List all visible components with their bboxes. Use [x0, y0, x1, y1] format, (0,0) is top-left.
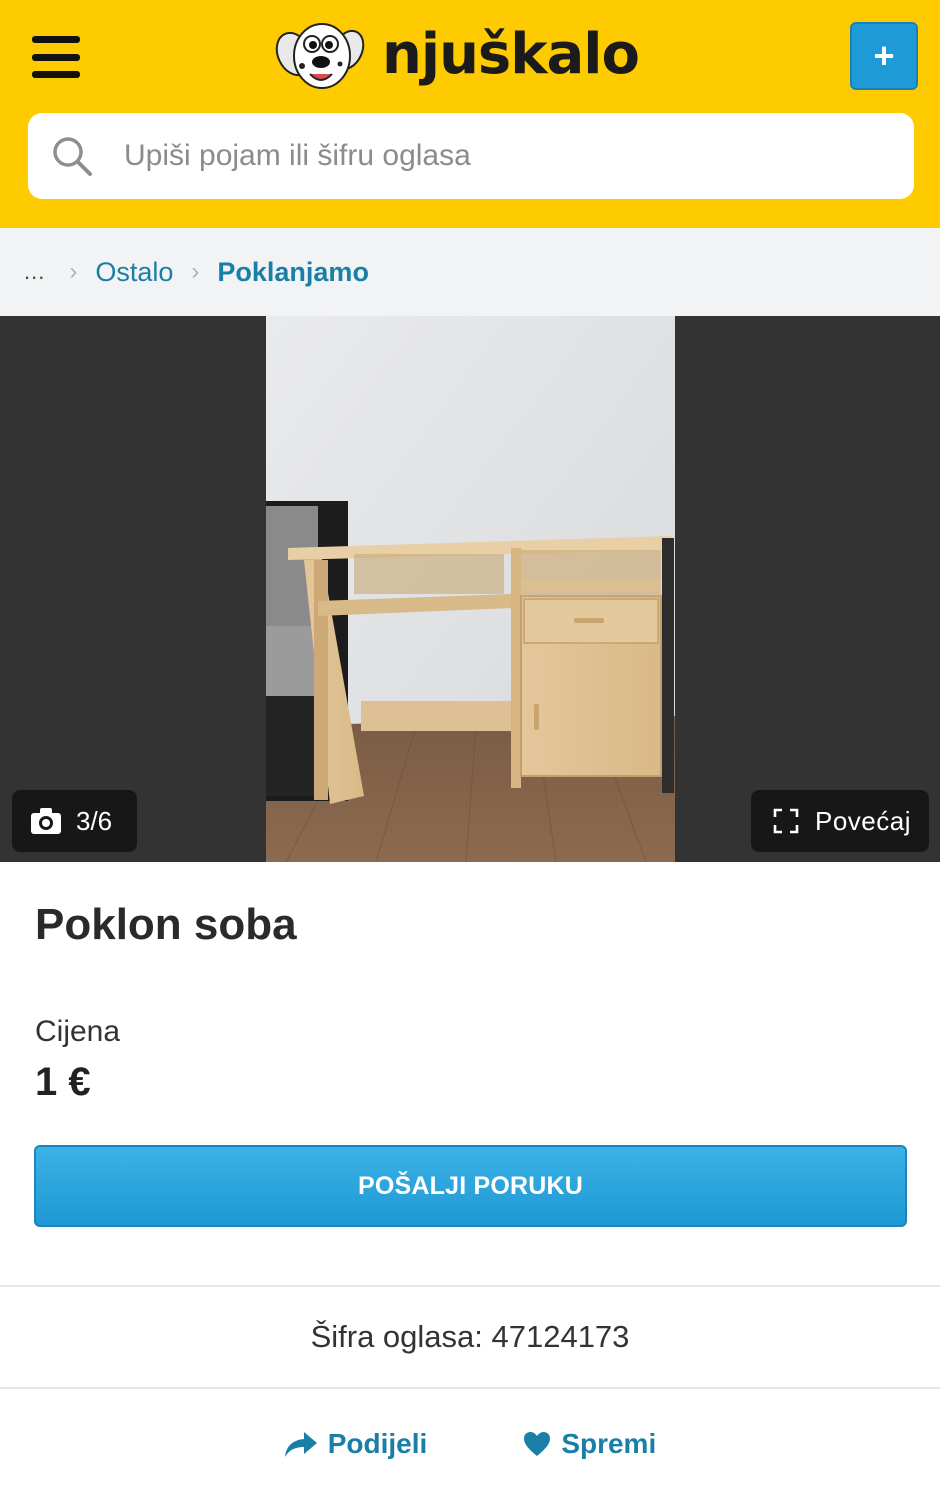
photo-counter: 3/6: [12, 790, 137, 852]
desk-photo: [266, 316, 675, 862]
heart-icon: [524, 1432, 551, 1456]
listing-photo[interactable]: [266, 316, 675, 862]
hamburger-line: [32, 53, 80, 61]
divider: [0, 1387, 940, 1389]
breadcrumb-ellipsis[interactable]: ...: [24, 259, 45, 285]
hamburger-line: [32, 36, 80, 43]
header: njuškalo +: [0, 0, 940, 228]
search-icon: [53, 137, 92, 176]
zoom-button[interactable]: Povećaj: [751, 790, 929, 852]
breadcrumb: ... › Ostalo › Poklanjamo: [0, 228, 940, 316]
breadcrumb-item-ostalo[interactable]: Ostalo: [95, 257, 173, 288]
price-value: 1 €: [35, 1060, 91, 1104]
chevron-right-icon: ›: [191, 258, 200, 285]
hamburger-line: [32, 71, 80, 78]
logo[interactable]: njuškalo: [272, 12, 662, 96]
price-label: Cijena: [35, 1015, 121, 1048]
share-button[interactable]: Podijeli: [284, 1428, 428, 1460]
post-ad-button[interactable]: +: [850, 22, 918, 90]
expand-icon: [773, 808, 799, 834]
logo-text: njuškalo: [382, 21, 640, 87]
image-gallery: 3/6 Povećaj: [0, 316, 940, 862]
send-message-button[interactable]: POŠALJI PORUKU: [34, 1145, 907, 1227]
camera-icon: [31, 808, 61, 834]
listing-title: Poklon soba: [35, 900, 297, 949]
dog-mascot-icon: [275, 23, 365, 89]
chevron-right-icon: ›: [69, 258, 78, 285]
share-label: Podijeli: [327, 1428, 428, 1459]
share-icon: [284, 1432, 317, 1457]
ad-code: Šifra oglasa: 47124173: [310, 1319, 630, 1354]
breadcrumb-item-poklanjamo[interactable]: Poklanjamo: [217, 257, 369, 288]
zoom-button-label: Povećaj: [815, 805, 911, 836]
save-label: Spremi: [561, 1428, 657, 1459]
menu-button[interactable]: [32, 36, 80, 78]
save-button[interactable]: Spremi: [523, 1428, 656, 1460]
search-bar[interactable]: [28, 113, 914, 199]
photo-counter-text: 3/6: [76, 805, 113, 836]
search-input[interactable]: [124, 139, 864, 173]
listing-actions: Podijeli Spremi: [0, 1400, 940, 1488]
